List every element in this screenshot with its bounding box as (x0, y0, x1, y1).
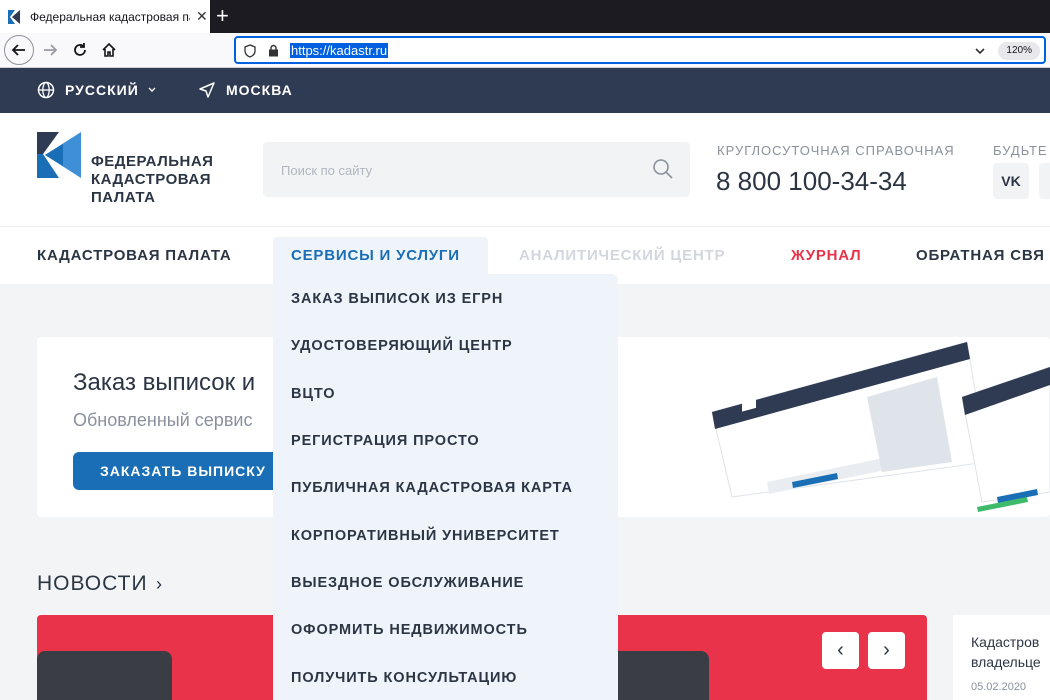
shield-icon (244, 44, 256, 63)
language-label: РУССКИЙ (65, 82, 139, 98)
reload-icon (74, 43, 86, 56)
news-heading[interactable]: НОВОСТИ (37, 572, 148, 596)
logo-line: ПАЛАТА (91, 189, 156, 206)
address-bar[interactable]: https://kadastr.ru 120% (234, 36, 1046, 64)
language-selector[interactable]: РУССКИЙ (37, 81, 157, 99)
close-tab-icon[interactable]: ✕ (196, 8, 208, 25)
logo-text[interactable]: ФЕДЕРАЛЬНАЯ КАДАСТРОВАЯ ПАЛАТА (91, 153, 213, 207)
dropdown-item-get-consultation[interactable]: ПОЛУЧИТЬ КОНСУЛЬТАЦИЮ (291, 670, 517, 686)
hotline-number[interactable]: 8 800 100-34-34 (716, 166, 907, 197)
browser-toolbar: https://kadastr.ru 120% (0, 33, 1050, 68)
dropdown-item-field-service[interactable]: ВЫЕЗДНОЕ ОБСЛУЖИВАНИЕ (291, 575, 524, 591)
news-headline: Кадастров владельце (971, 632, 1041, 672)
globe-icon (37, 81, 55, 99)
back-button[interactable] (4, 35, 34, 65)
site-header: ФЕДЕРАЛЬНАЯ КАДАСТРОВАЯ ПАЛАТА Поиск по … (0, 113, 1050, 226)
lock-icon[interactable] (268, 44, 279, 62)
location-arrow-icon (199, 82, 215, 98)
site-favicon-icon (8, 9, 22, 24)
dropdown-item-certification-center[interactable]: УДОСТОВЕРЯЮЩИЙ ЦЕНТР (291, 338, 513, 354)
tab-title: Федеральная кадастровая па (30, 9, 190, 24)
dropdown-item-registration-simple[interactable]: РЕГИСТРАЦИЯ ПРОСТО (291, 433, 480, 449)
chevron-right-icon[interactable]: › (156, 574, 162, 595)
dropdown-item-vcto[interactable]: ВЦТО (291, 386, 335, 402)
search-icon[interactable] (652, 158, 674, 185)
arrow-left-icon (11, 44, 25, 56)
site-top-bar: РУССКИЙ МОСКВА (0, 68, 1050, 113)
forward-button[interactable] (35, 35, 65, 65)
menu-item-feedback[interactable]: ОБРАТНАЯ СВЯ (916, 247, 1045, 264)
search-input[interactable]: Поиск по сайту (281, 163, 372, 178)
banner-illustration (707, 337, 1050, 522)
menu-item-cadastral-chamber[interactable]: КАДАСТРОВАЯ ПАЛАТА (37, 247, 232, 264)
chevron-left-icon: ‹ (837, 639, 844, 661)
dropdown-item-register-property[interactable]: ОФОРМИТЬ НЕДВИЖИМОСТЬ (291, 622, 528, 638)
menu-item-services[interactable]: СЕРВИСЫ И УСЛУГИ (291, 247, 460, 264)
logo-line: ФЕДЕРАЛЬНАЯ (91, 153, 214, 170)
new-tab-button[interactable]: + (216, 2, 229, 30)
banner-title: Заказ выписок и (73, 369, 256, 396)
arrow-right-icon (44, 44, 58, 56)
services-dropdown: ЗАКАЗ ВЫПИСОК ИЗ ЕГРН УДОСТОВЕРЯЮЩИЙ ЦЕН… (273, 274, 618, 700)
chevron-down-icon[interactable] (974, 44, 986, 62)
chevron-down-icon (148, 87, 156, 92)
home-icon (102, 42, 116, 57)
news-prev-button[interactable]: ‹ (822, 632, 859, 669)
news-card-side[interactable]: Кадастров владельце 05.02.2020 (953, 615, 1050, 700)
device-illustration (37, 651, 172, 700)
vk-button[interactable]: VK (993, 163, 1029, 199)
dropdown-item-egrn-extracts[interactable]: ЗАКАЗ ВЫПИСОК ИЗ ЕГРН (291, 291, 503, 307)
news-next-button[interactable]: › (868, 632, 905, 669)
city-selector[interactable]: МОСКВА (198, 81, 293, 99)
social-label: БУДЬТЕ (993, 143, 1048, 158)
social-button[interactable] (1039, 163, 1050, 199)
news-date: 05.02.2020 (971, 681, 1027, 693)
logo-mark[interactable] (37, 132, 81, 183)
news-headline-line: владельце (971, 654, 1041, 670)
logo-line: КАДАСТРОВАЯ (91, 171, 211, 188)
dropdown-item-public-cadastral-map[interactable]: ПУБЛИЧНАЯ КАДАСТРОВАЯ КАРТА (291, 480, 573, 496)
dropdown-item-corporate-university[interactable]: КОРПОРАТИВНЫЙ УНИВЕРСИТЕТ (291, 528, 560, 544)
hotline-label: КРУГЛОСУТОЧНАЯ СПРАВОЧНАЯ (717, 143, 955, 158)
banner-subtitle: Обновленный сервис (73, 410, 253, 430)
menu-item-journal[interactable]: ЖУРНАЛ (791, 247, 861, 264)
chevron-right-icon: › (883, 639, 890, 661)
home-button[interactable] (94, 35, 124, 65)
vk-icon: VK (1001, 173, 1021, 189)
url-text[interactable]: https://kadastr.ru (290, 43, 389, 58)
reload-button[interactable] (65, 35, 95, 65)
menu-item-analytics[interactable]: АНАЛИТИЧЕСКИЙ ЦЕНТР (519, 247, 725, 264)
order-extract-button[interactable]: ЗАКАЗАТЬ ВЫПИСКУ (73, 452, 303, 490)
city-label: МОСКВА (226, 82, 293, 98)
search-box[interactable]: Поиск по сайту (263, 142, 690, 197)
news-headline-line: Кадастров (971, 634, 1040, 650)
zoom-indicator[interactable]: 120% (998, 42, 1040, 60)
browser-tab-strip: Федеральная кадастровая па ✕ + (0, 0, 1050, 33)
browser-tab[interactable]: Федеральная кадастровая па ✕ (0, 0, 210, 33)
